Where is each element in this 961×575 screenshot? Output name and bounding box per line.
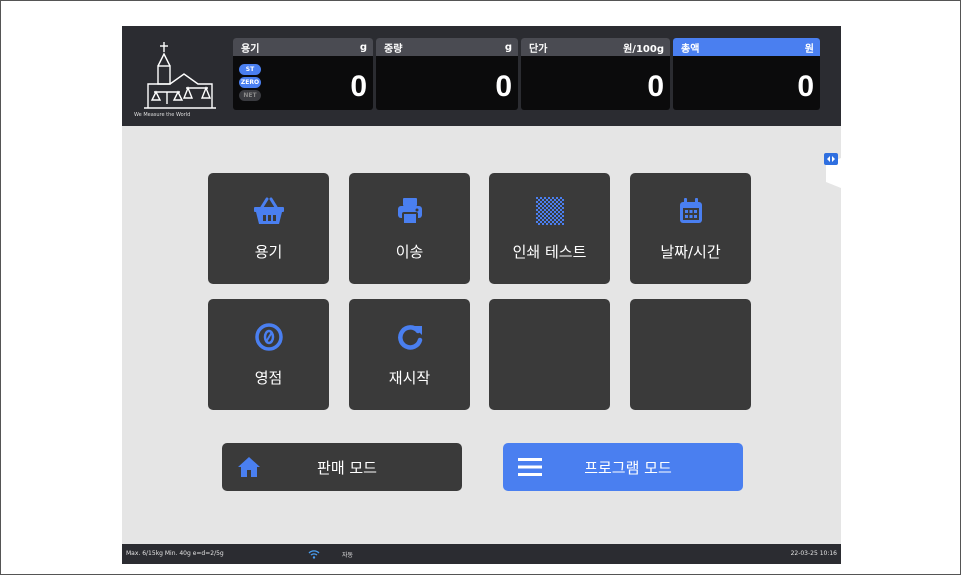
- unit-price-value: 0: [647, 70, 664, 103]
- status-bar: Max. 6/15kg Min. 40g e=d=2/5g 자동 22-03-2…: [122, 544, 841, 564]
- total-price-panel: 총액 원 0: [673, 38, 820, 110]
- total-price-label: 총액: [681, 43, 700, 55]
- sales-mode-button[interactable]: 판매 모드: [222, 443, 462, 491]
- checker-pattern-icon: [535, 197, 564, 225]
- printer-icon: [397, 198, 422, 225]
- tile-empty-1[interactable]: [489, 299, 610, 410]
- tile-print-test[interactable]: 인쇄 테스트: [489, 173, 610, 284]
- zero-icon: [254, 323, 283, 351]
- remote-arrows-icon: [824, 153, 841, 188]
- weight-value: 0: [495, 70, 512, 103]
- tare-panel: 용기 g ST ZERO NET 0: [233, 38, 373, 110]
- net-badge: NET: [239, 90, 261, 101]
- tare-label: 용기: [241, 43, 260, 55]
- tile-transfer-label: 이송: [395, 243, 424, 261]
- church-scale-logo: We Measure the World: [134, 40, 224, 118]
- tile-zero-label: 영점: [254, 369, 283, 387]
- remote-control-tab[interactable]: [822, 152, 841, 188]
- tile-transfer[interactable]: 이송: [349, 173, 470, 284]
- total-price-header: 총액 원: [673, 38, 820, 56]
- church-scale-logo-icon: [144, 42, 216, 109]
- tare-header: 용기 g: [233, 38, 373, 56]
- weight-label: 중량: [384, 43, 403, 55]
- unit-price-panel: 단가 원/100g 0: [521, 38, 670, 110]
- tile-tare-label: 용기: [254, 243, 283, 261]
- basket-icon: [253, 197, 284, 224]
- scale-screen: We Measure the World 용기 g ST ZERO NET 0 …: [122, 26, 841, 564]
- program-mode-label: 프로그램 모드: [584, 458, 672, 477]
- weight-unit: g: [504, 41, 512, 53]
- restart-icon: [397, 325, 422, 350]
- tile-print-test-label: 인쇄 테스트: [512, 243, 587, 261]
- tile-restart[interactable]: 재시작: [349, 299, 470, 410]
- status-badges: ST ZERO NET: [239, 64, 261, 103]
- wifi-icon: [308, 550, 320, 559]
- tile-tare-container[interactable]: 용기: [208, 173, 329, 284]
- device-frame: We Measure the World 용기 g ST ZERO NET 0 …: [0, 0, 961, 575]
- tare-unit: g: [359, 41, 367, 53]
- zero-badge: ZERO: [239, 77, 261, 88]
- unit-price-label: 단가: [529, 43, 548, 55]
- sales-mode-label: 판매 모드: [317, 458, 377, 477]
- logo-text: We Measure the World: [134, 112, 191, 118]
- total-price-unit: 원: [804, 43, 814, 55]
- weight-panel: 중량 g 0: [376, 38, 518, 110]
- program-mode-button[interactable]: 프로그램 모드: [503, 443, 743, 491]
- capacity-info: Max. 6/15kg Min. 40g e=d=2/5g: [126, 550, 224, 557]
- unit-price-header: 단가 원/100g: [521, 38, 670, 56]
- tile-restart-label: 재시작: [388, 369, 431, 387]
- tile-date-time[interactable]: 날짜/시간: [630, 173, 751, 284]
- tile-date-time-label: 날짜/시간: [660, 243, 721, 261]
- tile-empty-2[interactable]: [630, 299, 751, 410]
- calendar-icon: [679, 198, 702, 223]
- top-bar: We Measure the World 용기 g ST ZERO NET 0 …: [122, 26, 841, 126]
- tare-value: 0: [350, 70, 367, 103]
- datetime-display: 22-03-25 10:16: [790, 550, 837, 557]
- total-price-value: 0: [797, 70, 814, 103]
- weight-header: 중량 g: [376, 38, 518, 56]
- stable-badge: ST: [239, 64, 261, 75]
- auto-mode-indicator: 자동: [342, 552, 354, 559]
- unit-price-unit: 원/100g: [623, 43, 664, 55]
- tile-zero[interactable]: 영점: [208, 299, 329, 410]
